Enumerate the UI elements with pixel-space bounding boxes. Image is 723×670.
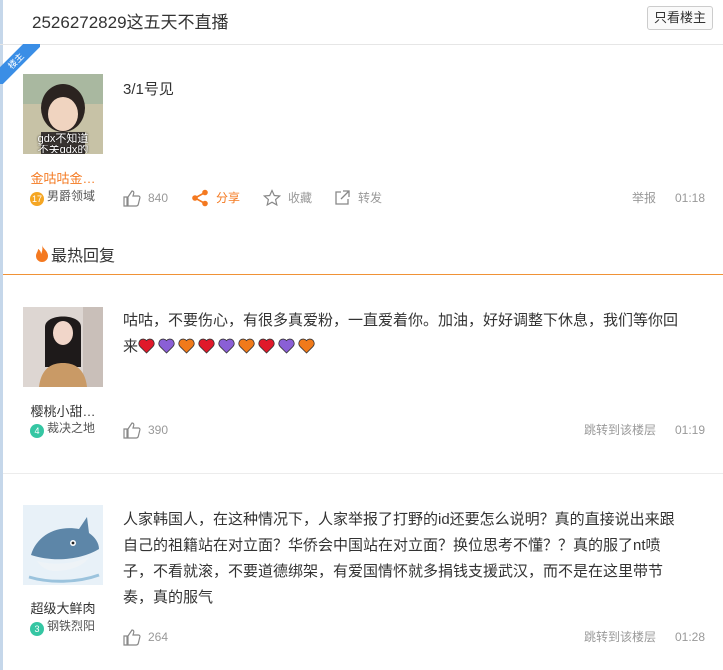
username[interactable]: 金咕咕金…	[10, 168, 116, 187]
like-count: 390	[148, 423, 169, 437]
post-actions: 840 分享 收藏 转发 举报 01:18	[123, 188, 708, 208]
thread-header: 2526272829这五天不直播 只看楼主	[0, 0, 723, 45]
orange-heart-icon	[178, 338, 195, 354]
purple-heart-icon	[158, 338, 175, 354]
report-link[interactable]: 举报	[632, 188, 656, 208]
user-level-badge[interactable]: 3 钢铁烈阳	[30, 617, 95, 636]
only-op-button[interactable]: 只看楼主	[646, 6, 713, 30]
jump-to-floor-link[interactable]: 跳转到该楼层	[584, 627, 656, 647]
avatar[interactable]	[23, 505, 103, 585]
orange-heart-icon	[298, 338, 315, 354]
post-time: 01:19	[675, 423, 706, 437]
post-actions: 390 跳转到该楼层 01:19	[123, 420, 708, 440]
heart-emojis	[138, 338, 318, 355]
badge-text: 裁决之地	[47, 421, 96, 435]
thread-title: 2526272829这五天不直播	[32, 13, 229, 32]
thumbs-up-icon	[123, 629, 141, 646]
share-button[interactable]: 分享	[191, 188, 240, 208]
purple-heart-icon	[218, 338, 235, 354]
flame-icon	[36, 245, 48, 262]
forward-icon	[335, 190, 350, 205]
username[interactable]: 超级大鲜肉	[10, 598, 116, 617]
like-button[interactable]: 264	[123, 627, 168, 647]
level-icon: 4	[30, 424, 44, 438]
forward-label: 转发	[358, 191, 383, 205]
reply-post: 樱桃小甜… 4 裁决之地 咕咕，不要伤心，有很多真爱粉，一直爱着你。加油，好好调整…	[0, 275, 723, 473]
star-icon	[262, 189, 282, 207]
post-time: 01:28	[675, 630, 706, 644]
user-level-badge[interactable]: 4 裁决之地	[30, 419, 95, 438]
orange-heart-icon	[238, 338, 255, 354]
like-button[interactable]: 840	[123, 188, 168, 208]
avatar[interactable]	[23, 307, 103, 387]
post-actions: 264 跳转到该楼层 01:28	[123, 627, 708, 647]
avatar-caption: gdx不知道	[37, 133, 89, 145]
share-label: 分享	[216, 191, 241, 205]
username[interactable]: 樱桃小甜…	[10, 401, 116, 420]
hot-replies-label: 最热回复	[51, 248, 116, 265]
avatar-image	[23, 307, 103, 387]
badge-text: 钢铁烈阳	[47, 619, 96, 633]
like-count: 264	[148, 630, 169, 644]
red-heart-icon	[138, 338, 155, 354]
hot-replies-title: 最热回复	[33, 242, 115, 266]
share-icon	[192, 189, 208, 207]
purple-heart-icon	[278, 338, 295, 354]
jump-to-floor-link[interactable]: 跳转到该楼层	[584, 420, 656, 440]
avatar-caption-2: 不关gdx的	[37, 145, 89, 153]
red-heart-icon	[198, 338, 215, 354]
post-content: 人家韩国人，在这种情况下，人家举报了打野的id还要怎么说明？真的直接说出来跟自己…	[123, 511, 675, 606]
post-time: 01:18	[675, 191, 706, 205]
thumbs-up-icon	[123, 422, 141, 439]
post-op: gdx不知道 不关gdx的 金咕咕金… 17 男爵领域 3/1号见 840 分享 …	[0, 44, 723, 240]
like-button[interactable]: 390	[123, 420, 168, 440]
badge-text: 男爵领域	[47, 189, 96, 203]
forward-button[interactable]: 转发	[333, 188, 382, 208]
red-heart-icon	[258, 338, 275, 354]
avatar[interactable]: gdx不知道 不关gdx的	[23, 74, 103, 154]
thumbs-up-icon	[123, 190, 141, 207]
post-content: 3/1号见	[123, 81, 174, 98]
post-content: 咕咕，不要伤心，有很多真爱粉，一直爱着你。加油，好好调整下休息，我们等你回来	[123, 308, 683, 360]
user-level-badge[interactable]: 17 男爵领域	[30, 187, 95, 206]
like-count: 840	[148, 191, 169, 205]
favorite-label: 收藏	[288, 191, 313, 205]
level-icon: 3	[30, 622, 44, 636]
reply-post: 超级大鲜肉 3 钢铁烈阳 人家韩国人，在这种情况下，人家举报了打野的id还要怎么说…	[0, 474, 723, 670]
avatar-image	[23, 505, 103, 585]
favorite-button[interactable]: 收藏	[262, 188, 313, 208]
level-icon: 17	[30, 192, 44, 206]
